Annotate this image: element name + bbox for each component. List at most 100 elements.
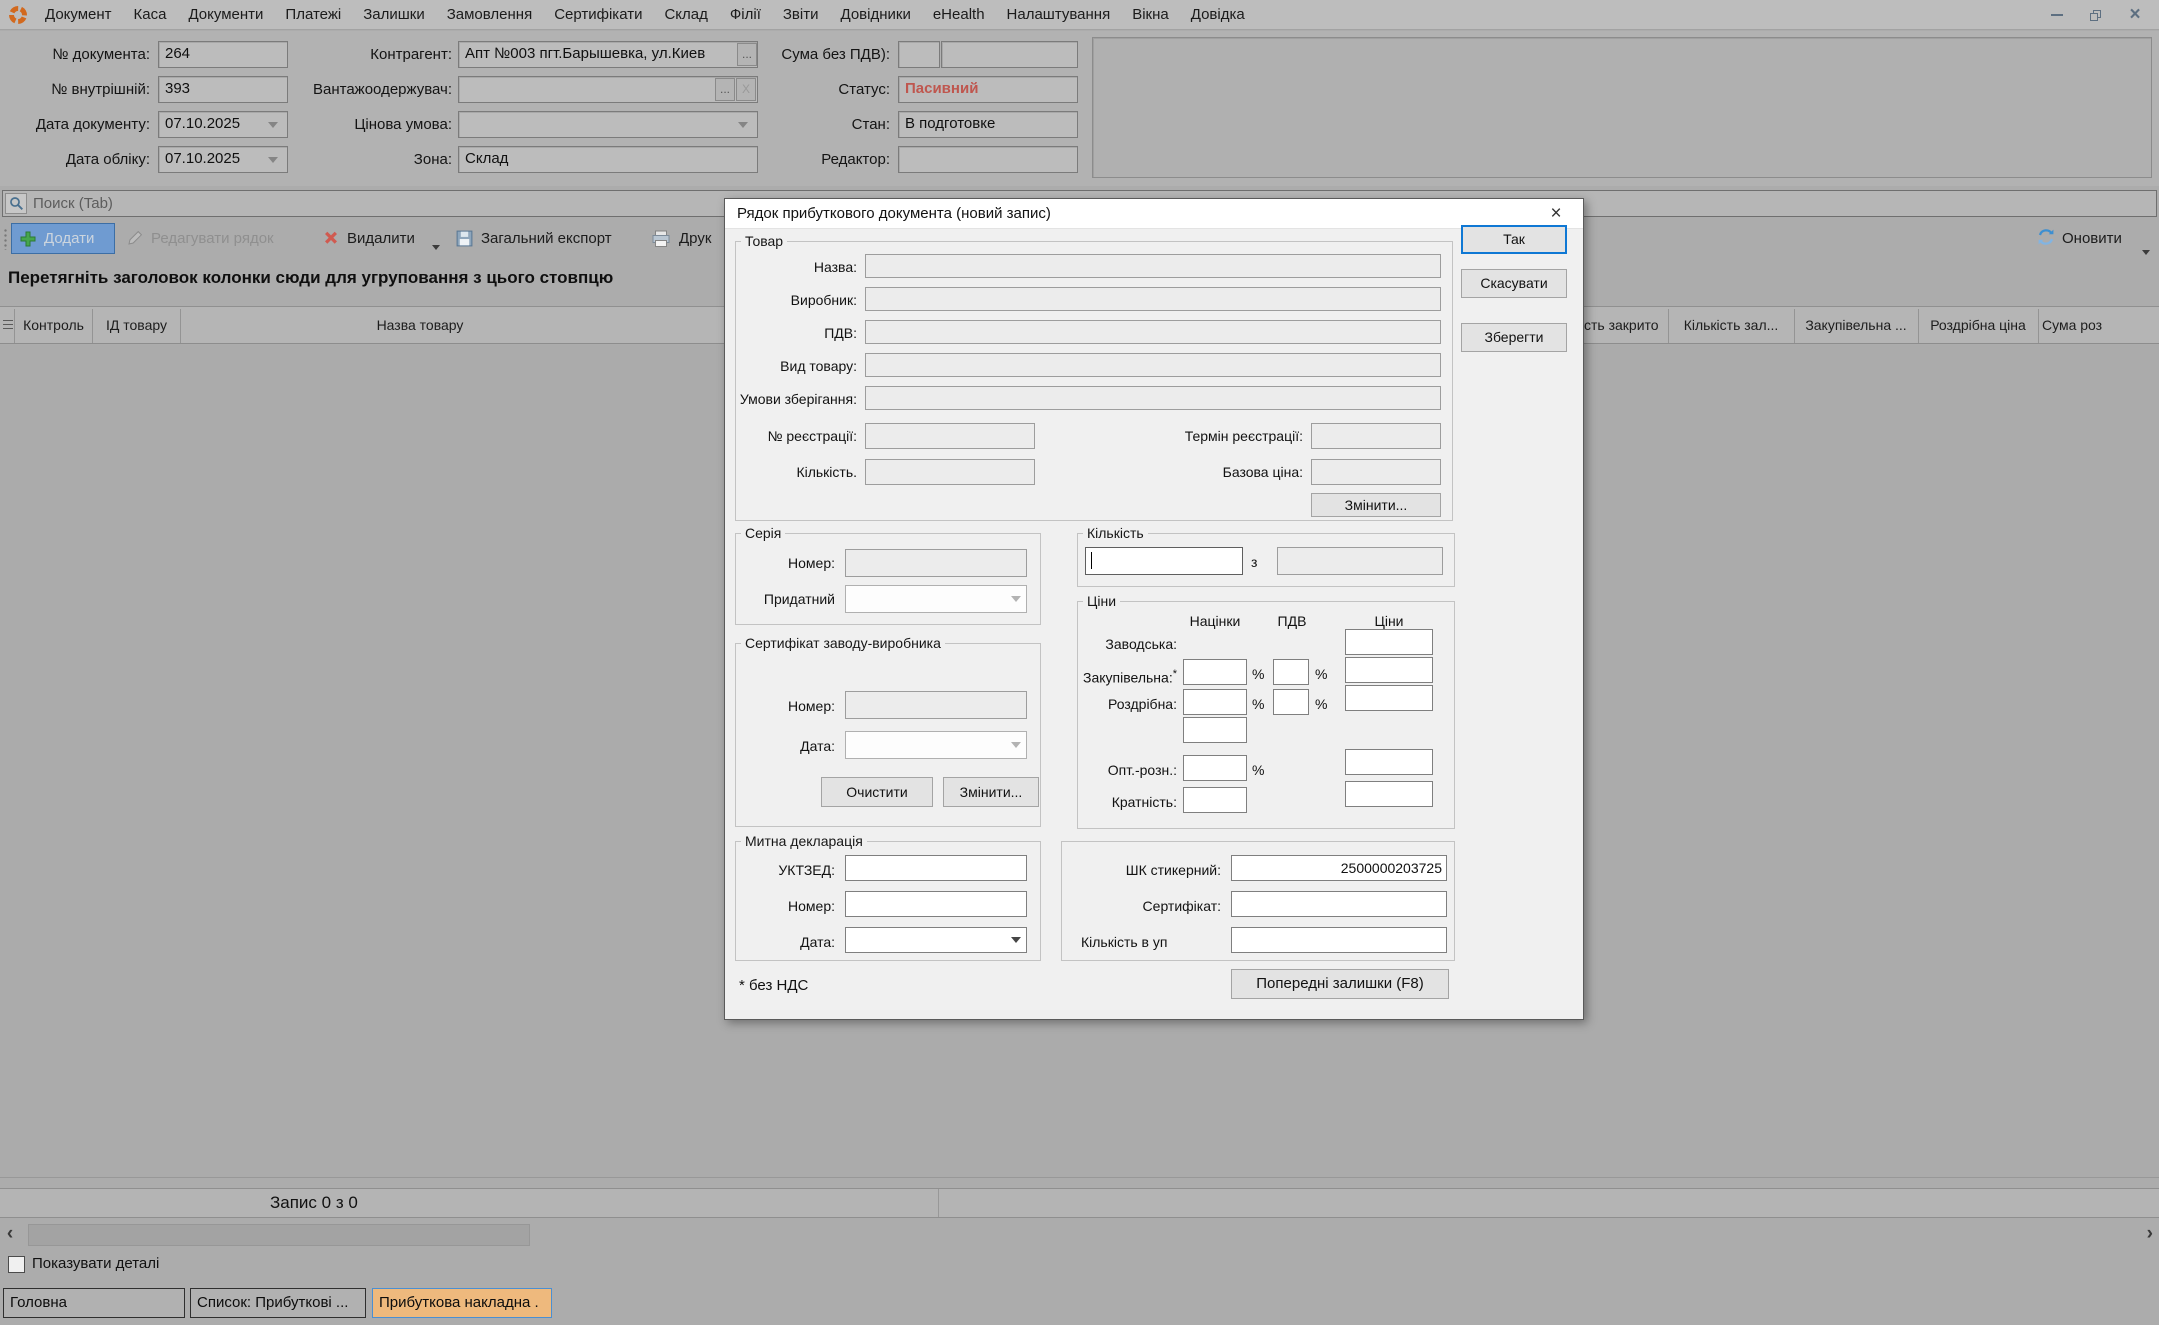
base-price-field[interactable] — [1311, 459, 1441, 485]
storage-conditions-field[interactable] — [865, 386, 1441, 410]
previous-stock-button[interactable]: Попередні залишки (F8) — [1231, 969, 1449, 999]
chevron-down-icon[interactable] — [1011, 596, 1021, 602]
contractor-field[interactable]: Апт №003 пгт.Барышевка, ул.Киев — [458, 41, 758, 68]
cancel-button[interactable]: Скасувати — [1461, 269, 1567, 298]
wholesale-markup-field[interactable] — [1183, 755, 1247, 781]
tab-incoming-invoice[interactable]: Прибуткова накладна . — [372, 1288, 552, 1318]
manufacturer-field[interactable] — [865, 287, 1441, 311]
menu-item[interactable]: Філії — [719, 6, 772, 23]
scroll-left-arrow[interactable]: ‹ — [0, 1222, 20, 1248]
product-quantity-label: Кількість. — [745, 459, 857, 485]
chevron-down-icon[interactable] — [1011, 742, 1021, 748]
menu-item[interactable]: Налаштування — [996, 6, 1122, 23]
quantity-input[interactable] — [1085, 547, 1243, 575]
menu-item[interactable]: Звіти — [772, 6, 830, 23]
column-header-purchase-price[interactable]: Закупівельна ... — [1796, 307, 1916, 345]
product-change-button[interactable]: Змінити... — [1311, 493, 1441, 517]
add-row-button[interactable]: Додати — [11, 223, 115, 254]
product-name-field[interactable] — [865, 254, 1441, 278]
column-header-qty-closed[interactable]: сть закрито — [1584, 307, 1666, 345]
horizontal-scrollbar-thumb[interactable] — [28, 1224, 530, 1246]
certificate-number-field[interactable] — [845, 691, 1027, 719]
uktzed-field[interactable] — [845, 855, 1027, 881]
menu-item[interactable]: eHealth — [922, 6, 996, 23]
price-condition-field[interactable] — [458, 111, 758, 138]
certificate-clear-button[interactable]: Очистити — [821, 777, 933, 807]
column-header-qty-remaining[interactable]: Кількість зал... — [1670, 307, 1792, 345]
product-quantity-field[interactable] — [865, 459, 1035, 485]
refresh-button[interactable]: Оновити — [2062, 224, 2122, 254]
print-button[interactable]: Друк — [679, 224, 711, 254]
series-valid-combobox[interactable] — [845, 585, 1027, 613]
multiplicity-price-field[interactable] — [1345, 781, 1433, 807]
menu-item[interactable]: Довідка — [1180, 6, 1256, 23]
delete-dropdown-arrow[interactable] — [432, 237, 440, 255]
menu-item[interactable]: Вікна — [1121, 6, 1180, 23]
restore-button[interactable] — [2078, 0, 2112, 30]
doc-number-field[interactable]: 264 — [158, 41, 288, 68]
certificate-change-button[interactable]: Змінити... — [943, 777, 1039, 807]
factory-price-field[interactable] — [1345, 629, 1433, 655]
chevron-down-icon[interactable] — [268, 157, 278, 163]
product-type-field[interactable] — [865, 353, 1441, 377]
series-number-field[interactable] — [845, 549, 1027, 577]
multiplicity-field[interactable] — [1183, 787, 1247, 813]
registration-term-field[interactable] — [1311, 423, 1441, 449]
search-icon[interactable] — [5, 193, 27, 214]
delete-button[interactable]: Видалити — [347, 224, 415, 254]
column-header-control[interactable]: Контроль — [15, 307, 92, 345]
export-button[interactable]: Загальний експорт — [481, 224, 612, 254]
tab-incoming-list[interactable]: Список: Прибуткові ... — [190, 1288, 366, 1318]
sticker-barcode-field[interactable]: 2500000203725 — [1231, 855, 1447, 881]
menu-item[interactable]: Довідники — [830, 6, 922, 23]
vat-field[interactable] — [865, 320, 1441, 344]
sum-no-vat-field-small[interactable] — [898, 41, 940, 68]
sum-no-vat-field[interactable] — [941, 41, 1078, 68]
certificate-date-combobox[interactable] — [845, 731, 1027, 759]
consignee-field[interactable] — [458, 76, 758, 103]
menu-item[interactable]: Склад — [653, 6, 718, 23]
customs-number-field[interactable] — [845, 891, 1027, 917]
refresh-dropdown-arrow[interactable] — [2142, 242, 2150, 260]
purchase-markup-field[interactable] — [1183, 659, 1247, 685]
registration-number-field[interactable] — [865, 423, 1035, 449]
retail-vat-field[interactable] — [1273, 689, 1309, 715]
purchase-vat-field[interactable] — [1273, 659, 1309, 685]
menu-item[interactable]: Платежі — [274, 6, 352, 23]
menu-item[interactable]: Документи — [177, 6, 274, 23]
retail-price-field[interactable] — [1345, 685, 1433, 711]
column-header-product-id[interactable]: ІД товару — [93, 307, 180, 345]
purchase-price-field[interactable] — [1345, 657, 1433, 683]
chevron-down-icon[interactable] — [738, 122, 748, 128]
minimize-button[interactable] — [2040, 0, 2074, 30]
scroll-right-arrow[interactable]: › — [2137, 1222, 2157, 1248]
save-button[interactable]: Зберегти — [1461, 323, 1567, 352]
ok-button[interactable]: Так — [1461, 225, 1567, 254]
chevron-down-icon[interactable] — [1011, 937, 1021, 943]
toolbar-drag-handle[interactable] — [3, 228, 8, 250]
qty-in-pack-field[interactable] — [1231, 927, 1447, 953]
retail-markup-field[interactable] — [1183, 689, 1247, 715]
menu-item[interactable]: Документ — [34, 6, 123, 23]
menu-item[interactable]: Сертифікати — [543, 6, 653, 23]
customs-date-combobox[interactable] — [845, 927, 1027, 953]
menu-item[interactable]: Каса — [123, 6, 178, 23]
chevron-down-icon[interactable] — [268, 122, 278, 128]
menu-item[interactable]: Замовлення — [436, 6, 543, 23]
menu-item[interactable]: Залишки — [352, 6, 436, 23]
show-details-checkbox[interactable] — [8, 1256, 25, 1273]
extra-markup-field[interactable] — [1183, 717, 1247, 743]
zone-field[interactable]: Склад — [458, 146, 758, 173]
column-header-retail-price[interactable]: Роздрібна ціна — [1920, 307, 2036, 345]
edit-row-button[interactable]: Редагувати рядок — [151, 224, 274, 254]
internal-number-field[interactable]: 393 — [158, 76, 288, 103]
close-button[interactable]: × — [2118, 0, 2152, 30]
consignee-browse-button[interactable]: ... — [715, 78, 735, 101]
dialog-title-bar[interactable]: Рядок прибуткового документа (новий запи… — [725, 199, 1583, 229]
dialog-close-icon[interactable]: × — [1539, 200, 1573, 227]
column-header-sum-retail[interactable]: Сума роз — [2042, 307, 2157, 345]
sticker-certificate-field[interactable] — [1231, 891, 1447, 917]
tab-main[interactable]: Головна — [3, 1288, 185, 1318]
column-header-product-name[interactable]: Назва товару — [300, 307, 540, 345]
wholesale-price-field[interactable] — [1345, 749, 1433, 775]
